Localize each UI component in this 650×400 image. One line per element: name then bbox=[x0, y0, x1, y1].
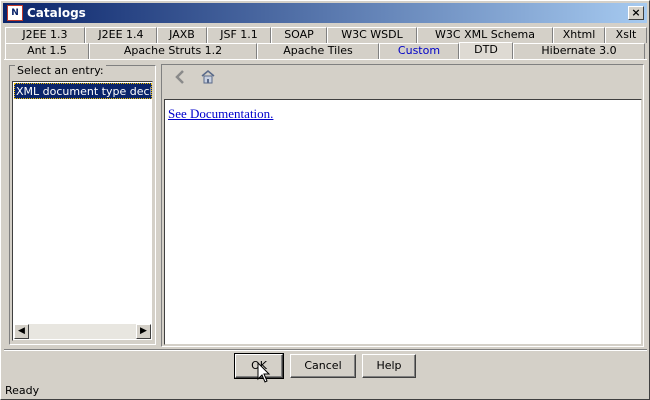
scroll-right-button[interactable]: ▶ bbox=[136, 324, 151, 339]
tab-w3c-xml-schema[interactable]: W3C XML Schema bbox=[417, 27, 553, 43]
netbeans-app-icon: N bbox=[7, 5, 23, 21]
tab-apache-tiles[interactable]: Apache Tiles bbox=[257, 43, 379, 59]
tab-j2ee-1-4[interactable]: J2EE 1.4 bbox=[85, 27, 157, 43]
catalogs-window: N Catalogs × J2EE 1.3 J2EE 1.4 JAXB JSF … bbox=[0, 0, 650, 400]
tab-j2ee-1-3[interactable]: J2EE 1.3 bbox=[5, 27, 85, 43]
tab-jaxb[interactable]: JAXB bbox=[157, 27, 207, 43]
see-documentation-link[interactable]: See Documentation. bbox=[168, 106, 273, 122]
select-entry-label: Select an entry: bbox=[15, 64, 106, 77]
tab-xhtml[interactable]: Xhtml bbox=[553, 27, 605, 43]
home-icon[interactable] bbox=[197, 70, 219, 92]
help-button[interactable]: Help bbox=[362, 354, 416, 378]
close-button[interactable]: × bbox=[628, 6, 644, 20]
entry-list[interactable]: XML document type declarat ◀ ▶ bbox=[12, 81, 153, 341]
cancel-button[interactable]: Cancel bbox=[290, 354, 356, 378]
tab-soap[interactable]: SOAP bbox=[271, 27, 327, 43]
documentation-view: See Documentation. bbox=[164, 99, 642, 345]
tab-xslt[interactable]: Xslt bbox=[605, 27, 647, 43]
window-title: Catalogs bbox=[27, 6, 86, 20]
status-text: Ready bbox=[5, 384, 40, 397]
back-arrow-icon[interactable] bbox=[169, 70, 191, 92]
tab-strip-border bbox=[4, 59, 647, 60]
title-bar[interactable]: N Catalogs × bbox=[3, 3, 647, 23]
horizontal-scrollbar[interactable]: ◀ ▶ bbox=[14, 324, 151, 339]
tab-ant-1-5[interactable]: Ant 1.5 bbox=[5, 43, 89, 59]
list-item[interactable]: XML document type declarat bbox=[14, 83, 152, 99]
tab-custom[interactable]: Custom bbox=[379, 43, 459, 59]
tab-hibernate-3-0[interactable]: Hibernate 3.0 bbox=[513, 43, 645, 59]
button-separator bbox=[4, 349, 647, 351]
scroll-left-button[interactable]: ◀ bbox=[14, 324, 29, 339]
mouse-cursor-icon bbox=[257, 361, 271, 387]
tab-jsf-1-1[interactable]: JSF 1.1 bbox=[207, 27, 271, 43]
tab-w3c-wsdl[interactable]: W3C WSDL bbox=[327, 27, 417, 43]
tab-dtd[interactable]: DTD bbox=[459, 42, 513, 60]
doc-toolbar bbox=[163, 67, 641, 97]
tab-apache-struts-1-2[interactable]: Apache Struts 1.2 bbox=[89, 43, 257, 59]
